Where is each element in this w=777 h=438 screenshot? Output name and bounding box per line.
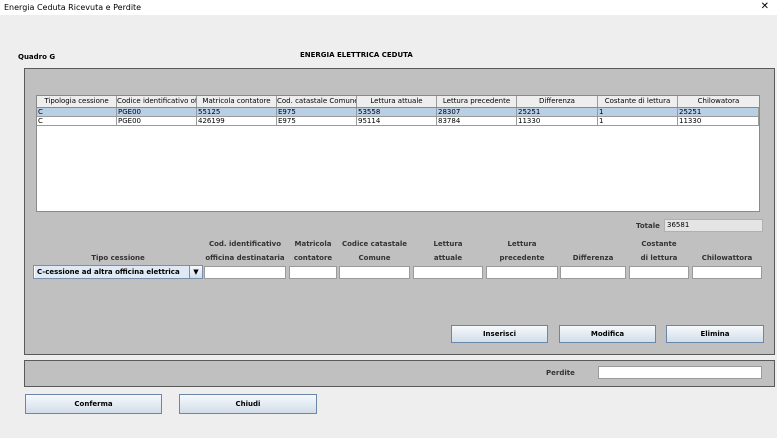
table-cell: 25251 [678, 108, 759, 117]
table-cell: C [37, 108, 117, 117]
comune-label: Comune [358, 254, 391, 262]
table-row[interactable]: C PGE00 55125 E975 53558 28307 25251 1 2… [37, 108, 759, 117]
conferma-button[interactable]: Conferma [25, 394, 162, 414]
table-row[interactable]: C PGE00 426199 E975 95114 83784 11330 1 … [37, 117, 759, 126]
tipo-cessione-value: C-cessione ad altra officina elettrica [35, 266, 189, 278]
table-cell: 25251 [517, 108, 598, 117]
perdite-field[interactable] [598, 366, 762, 379]
lettura-attuale-label-1: Lettura [433, 240, 463, 248]
tipo-cessione-select[interactable]: C-cessione ad altra officina elettrica ▼ [33, 265, 203, 279]
perdite-label: Perdite [546, 369, 575, 377]
column-header-lettura-precedente[interactable]: Lettura precedente [437, 96, 517, 107]
table-header: Tipologia cessione Codice identificativo… [37, 96, 759, 108]
table-cell: 11330 [517, 117, 598, 126]
table-cell: 95114 [357, 117, 437, 126]
title-bar: Energia Ceduta Ricevuta e Perdite ✕ [0, 0, 777, 15]
codice-catastale-field[interactable] [339, 266, 410, 279]
costante-field[interactable] [629, 266, 689, 279]
table-cell: 1 [598, 117, 678, 126]
lettura-precedente-label-2: precedente [499, 254, 545, 262]
table-cell: 28307 [437, 108, 517, 117]
column-header-codice[interactable]: Codice identificativo offi... [117, 96, 197, 107]
cod-identificativo-field[interactable] [204, 266, 286, 279]
modifica-button[interactable]: Modifica [559, 325, 656, 343]
chilowattora-field[interactable] [692, 266, 762, 279]
chiudi-button[interactable]: Chiudi [179, 394, 317, 414]
window-title: Energia Ceduta Ricevuta e Perdite [4, 3, 142, 12]
officina-destinataria-label: officina destinataria [205, 254, 285, 262]
costante-label-2: di lettura [640, 254, 678, 262]
table-cell: 11330 [678, 117, 759, 126]
codice-catastale-label: Codice catastale [341, 240, 408, 248]
chilowattora-label: Chilowattora [701, 254, 753, 262]
totale-field: 36581 [664, 219, 763, 232]
lettura-attuale-label-2: attuale [433, 254, 463, 262]
costante-label-1: Costante [641, 240, 677, 248]
lettura-precedente-field[interactable] [486, 266, 558, 279]
column-header-catastale[interactable]: Cod. catastale Comune [277, 96, 357, 107]
table-cell: E975 [277, 108, 357, 117]
section-label: Quadro G [18, 53, 56, 61]
table-cell: C [37, 117, 117, 126]
totale-label: Totale [636, 222, 660, 230]
elimina-button[interactable]: Elimina [666, 325, 764, 343]
contatore-label: contatore [293, 254, 333, 262]
data-table[interactable]: Tipologia cessione Codice identificativo… [36, 95, 760, 212]
inserisci-button[interactable]: Inserisci [451, 325, 548, 343]
column-header-costante[interactable]: Costante di lettura [598, 96, 678, 107]
column-header-differenza[interactable]: Differenza [517, 96, 598, 107]
differenza-field[interactable] [560, 266, 626, 279]
matricola-field[interactable] [289, 266, 337, 279]
table-cell: PGE00 [117, 117, 197, 126]
matricola-label: Matricola [294, 240, 332, 248]
differenza-label: Differenza [572, 254, 614, 262]
table-cell: 55125 [197, 108, 277, 117]
column-header-matricola[interactable]: Matricola contatore [197, 96, 277, 107]
page-title: ENERGIA ELETTRICA CEDUTA [300, 51, 413, 59]
table-cell: 53558 [357, 108, 437, 117]
column-header-lettura-attuale[interactable]: Lettura attuale [357, 96, 437, 107]
table-cell: 1 [598, 108, 678, 117]
close-icon[interactable]: ✕ [761, 1, 769, 12]
table-cell: 426199 [197, 117, 277, 126]
table-cell: E975 [277, 117, 357, 126]
table-cell: PGE00 [117, 108, 197, 117]
lettura-precedente-label-1: Lettura [507, 240, 537, 248]
tipo-cessione-label: Tipo cessione [91, 254, 145, 262]
lettura-attuale-field[interactable] [413, 266, 483, 279]
column-header-chilowatora[interactable]: Chilowatora [678, 96, 759, 107]
chevron-down-icon[interactable]: ▼ [189, 266, 202, 278]
table-cell: 83784 [437, 117, 517, 126]
column-header-tipologia[interactable]: Tipologia cessione [37, 96, 117, 107]
cod-identificativo-label: Cod. identificativo [208, 240, 282, 248]
